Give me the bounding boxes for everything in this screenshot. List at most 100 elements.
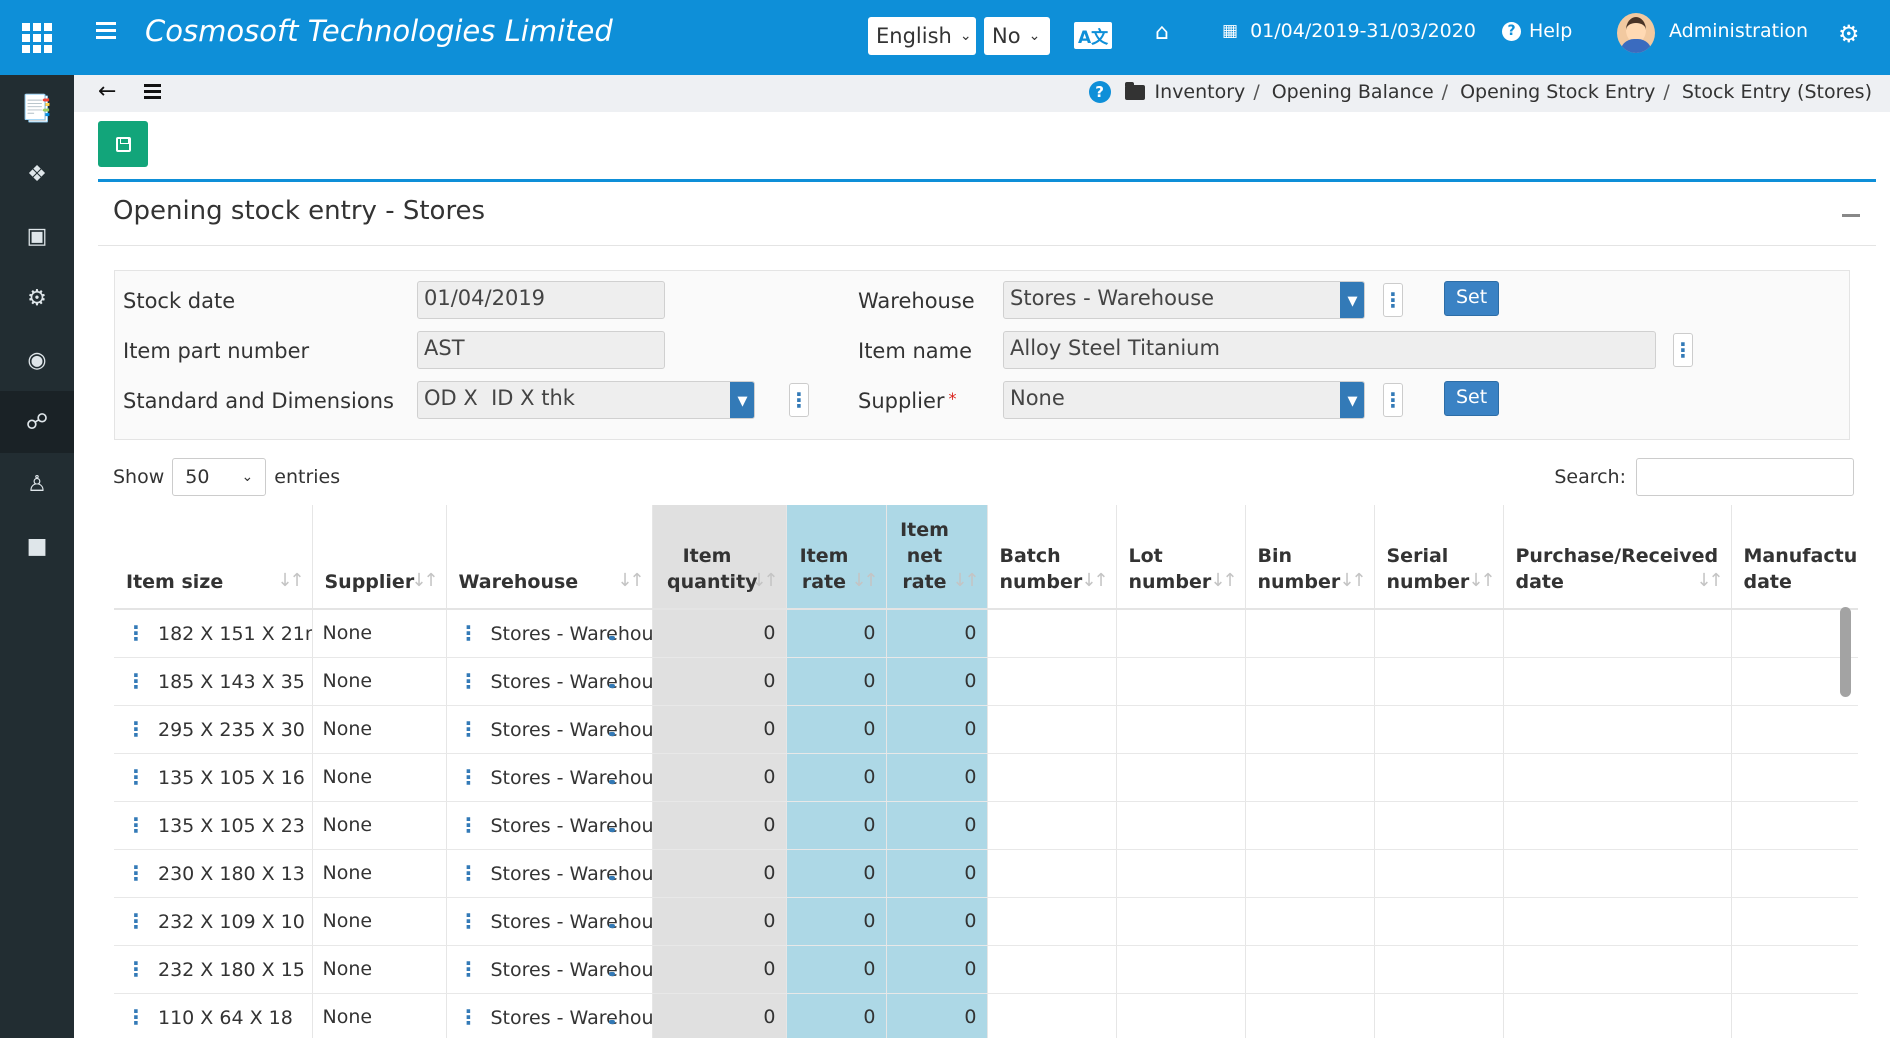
home-icon[interactable]: ⌂ <box>1155 20 1169 45</box>
column-header-item-quantity[interactable]: Item quantity ↓↑ <box>652 505 787 610</box>
date-range[interactable]: ▦ 01/04/2019-31/03/2020 <box>1222 20 1476 42</box>
lot-number-cell[interactable] <box>1116 849 1246 898</box>
sidebar-item-documents[interactable]: 📑 <box>0 75 74 143</box>
purchase-received-date-cell[interactable] <box>1503 753 1732 802</box>
bin-number-cell[interactable] <box>1245 801 1375 850</box>
item-quantity-cell[interactable]: 0 <box>652 993 787 1038</box>
row-options-kebab-icon[interactable]: ⋮ <box>126 957 146 981</box>
purchase-received-date-cell[interactable] <box>1503 705 1732 754</box>
row-options-kebab-icon[interactable]: ⋮ <box>126 1005 146 1029</box>
table-row[interactable]: ⋮232 X 180 X 15None⋮Stores - Warehouse00… <box>114 945 1858 994</box>
column-header-item-rate[interactable]: Item rate ↓↑ <box>786 505 887 610</box>
serial-number-cell[interactable] <box>1374 753 1504 802</box>
warehouse-select[interactable]: Stores - Warehouse ▼ <box>1003 281 1365 319</box>
purchase-received-date-cell[interactable] <box>1503 609 1732 658</box>
bin-number-cell[interactable] <box>1245 849 1375 898</box>
avatar[interactable] <box>1617 13 1655 53</box>
item-rate-cell[interactable]: 0 <box>786 801 887 850</box>
column-header-purchase-received-date[interactable]: Purchase/Received date ↓↑ <box>1503 505 1732 610</box>
purchase-received-date-cell[interactable] <box>1503 897 1732 946</box>
batch-number-cell[interactable] <box>987 705 1117 754</box>
item-rate-cell[interactable]: 0 <box>786 849 887 898</box>
item-net-rate-cell[interactable]: 0 <box>886 945 988 994</box>
item-part-number-field[interactable]: AST <box>417 331 665 369</box>
language-select[interactable]: English ⌄ <box>868 17 976 55</box>
row-options-kebab-icon[interactable]: ⋮ <box>459 765 479 789</box>
question-circle-icon[interactable]: ? <box>1088 81 1111 103</box>
item-rate-cell[interactable]: 0 <box>786 945 887 994</box>
row-options-kebab-icon[interactable]: ⋮ <box>459 909 479 933</box>
lot-number-cell[interactable] <box>1116 993 1246 1038</box>
table-row[interactable]: ⋮110 X 64 X 18None⋮Stores - Warehouse000 <box>114 993 1858 1038</box>
bin-number-cell[interactable] <box>1245 609 1375 658</box>
serial-number-cell[interactable] <box>1374 657 1504 706</box>
user-menu[interactable]: Administration <box>1669 20 1808 42</box>
column-header-bin-number[interactable]: Bin number ↓↑ <box>1245 505 1375 610</box>
item-net-rate-cell[interactable]: 0 <box>886 849 988 898</box>
bin-number-cell[interactable] <box>1245 897 1375 946</box>
serial-number-cell[interactable] <box>1374 849 1504 898</box>
item-quantity-cell[interactable]: 0 <box>652 801 787 850</box>
lot-number-cell[interactable] <box>1116 705 1246 754</box>
table-row[interactable]: ⋮232 X 109 X 10None⋮Stores - Warehouse00… <box>114 897 1858 946</box>
row-options-kebab-icon[interactable]: ⋮ <box>459 813 479 837</box>
breadcrumb-opening-stock-entry[interactable]: Opening Stock Entry <box>1460 81 1655 103</box>
batch-number-cell[interactable] <box>987 753 1117 802</box>
supplier-set-button[interactable]: Set <box>1444 381 1500 416</box>
item-quantity-cell[interactable]: 0 <box>652 657 787 706</box>
item-rate-cell[interactable]: 0 <box>786 753 887 802</box>
column-header-lot-number[interactable]: Lot number ↓↑ <box>1116 505 1246 610</box>
row-options-kebab-icon[interactable]: ⋮ <box>459 957 479 981</box>
batch-number-cell[interactable] <box>987 993 1117 1038</box>
lot-number-cell[interactable] <box>1116 657 1246 706</box>
menu-toggle-icon[interactable] <box>96 22 116 40</box>
serial-number-cell[interactable] <box>1374 705 1504 754</box>
batch-number-cell[interactable] <box>987 945 1117 994</box>
manufacture-date-cell[interactable] <box>1731 897 1858 946</box>
sidebar-item-box[interactable]: ▣ <box>0 205 74 267</box>
gear-icon[interactable]: ⚙ <box>1838 20 1860 48</box>
purchase-received-date-cell[interactable] <box>1503 801 1732 850</box>
manufacture-date-cell[interactable] <box>1731 849 1858 898</box>
breadcrumb-inventory[interactable]: Inventory <box>1155 81 1246 103</box>
manufacture-date-cell[interactable] <box>1731 993 1858 1038</box>
chevron-down-icon[interactable]: ▼ <box>1340 382 1364 418</box>
search-input[interactable] <box>1636 458 1854 496</box>
table-row[interactable]: ⋮230 X 180 X 13None⋮Stores - Warehouse00… <box>114 849 1858 898</box>
column-header-supplier[interactable]: Supplier ↓↑ <box>312 505 447 610</box>
batch-number-cell[interactable] <box>987 849 1117 898</box>
supplier-options-kebab-icon[interactable]: ⋮ <box>1383 383 1403 417</box>
row-options-kebab-icon[interactable]: ⋮ <box>459 621 479 645</box>
purchase-received-date-cell[interactable] <box>1503 657 1732 706</box>
manufacture-date-cell[interactable] <box>1731 705 1858 754</box>
bin-number-cell[interactable] <box>1245 753 1375 802</box>
app-grid-button[interactable] <box>0 0 74 75</box>
table-row[interactable]: ⋮185 X 143 X 35None⋮Stores - Warehouse00… <box>114 657 1858 706</box>
batch-number-cell[interactable] <box>987 657 1117 706</box>
chevron-down-icon[interactable]: ▼ <box>730 382 754 418</box>
row-options-kebab-icon[interactable]: ⋮ <box>126 669 146 693</box>
sidebar-item-cubes[interactable]: ❖ <box>0 143 74 205</box>
purchase-received-date-cell[interactable] <box>1503 993 1732 1038</box>
item-quantity-cell[interactable]: 0 <box>652 849 787 898</box>
row-options-kebab-icon[interactable]: ⋮ <box>459 717 479 741</box>
column-header-item-size[interactable]: Item size ↓↑ <box>114 505 313 610</box>
table-scrollbar[interactable] <box>1840 607 1851 697</box>
back-arrow-icon[interactable]: ← <box>98 79 116 104</box>
standard-dimensions-select[interactable]: OD X ID X thk ▼ <box>417 381 755 419</box>
lot-number-cell[interactable] <box>1116 753 1246 802</box>
supplier-select[interactable]: None ▼ <box>1003 381 1365 419</box>
row-options-kebab-icon[interactable]: ⋮ <box>126 717 146 741</box>
stock-date-field[interactable]: 01/04/2019 <box>417 281 665 319</box>
sidebar-item-square[interactable]: ■ <box>0 515 74 577</box>
row-options-kebab-icon[interactable]: ⋮ <box>126 861 146 885</box>
column-header-manufacture-date[interactable]: Manufacture date <box>1731 505 1858 610</box>
purchase-received-date-cell[interactable] <box>1503 945 1732 994</box>
item-quantity-cell[interactable]: 0 <box>652 705 787 754</box>
entries-select[interactable]: 50 ⌄ <box>172 458 267 496</box>
save-button[interactable] <box>98 121 148 167</box>
batch-number-cell[interactable] <box>987 897 1117 946</box>
item-net-rate-cell[interactable]: 0 <box>886 897 988 946</box>
lot-number-cell[interactable] <box>1116 801 1246 850</box>
serial-number-cell[interactable] <box>1374 993 1504 1038</box>
